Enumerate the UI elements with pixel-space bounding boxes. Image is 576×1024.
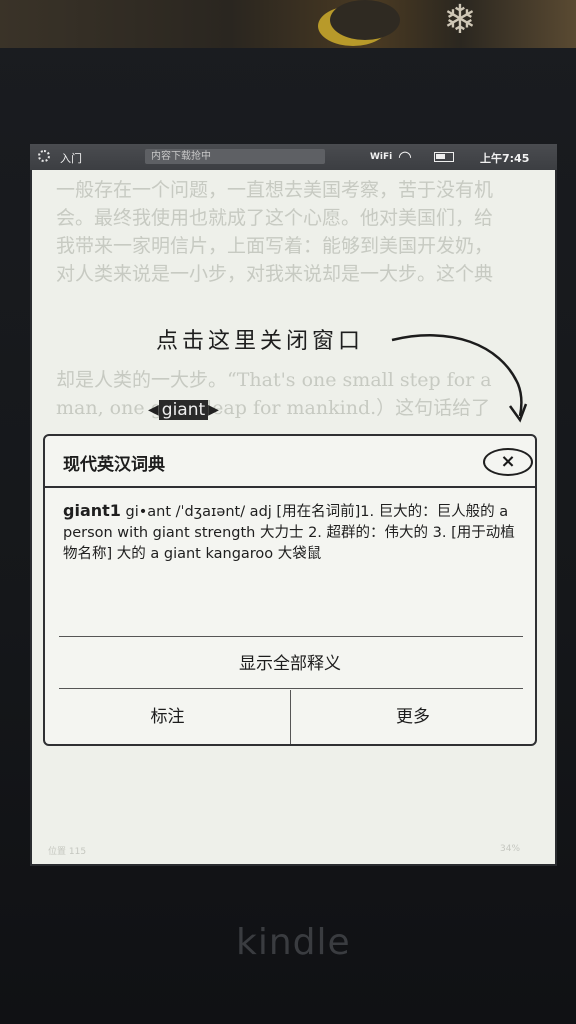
dictionary-popup: 现代英汉词典 × giant1 gi•ant /ˈdʒaɪənt/ adj [用…	[43, 434, 537, 746]
selection-handle-left-icon[interactable]: ◀	[148, 402, 159, 418]
annotation-arrow	[391, 334, 528, 423]
show-all-definitions-button[interactable]: 显示全部释义	[45, 644, 535, 684]
percent-indicator: 34%	[500, 844, 521, 854]
divider	[59, 636, 523, 637]
e-ink-screen: 入门 内容下载抢中 WiFi ◠ 上午7:45 一般存在一个问题，一直想去美国考…	[30, 144, 557, 866]
selected-word[interactable]: ◀ giant ▶	[148, 400, 219, 420]
kindle-logo: kindle	[236, 922, 351, 963]
kindle-device: ❄ 入门 内容下载抢中 WiFi ◠ 上午7:45 一般存在一个问题，一直想去美…	[0, 0, 576, 1024]
selected-word-text: giant	[158, 400, 209, 420]
snowflake-icon: ❄	[443, 0, 477, 43]
highlight-button[interactable]: 标注	[45, 690, 291, 744]
location-indicator: 位置 115	[48, 847, 87, 857]
headword: giant1	[63, 501, 121, 520]
more-button[interactable]: 更多	[291, 690, 535, 744]
dictionary-header: 现代英汉词典 ×	[45, 436, 535, 488]
moon-shadow	[330, 0, 400, 40]
background-decoration: ❄	[0, 0, 576, 48]
selection-handle-right-icon[interactable]: ▶	[208, 402, 219, 418]
dialog-button-row: 标注 更多	[45, 690, 535, 744]
divider	[59, 688, 523, 689]
dictionary-title: 现代英汉词典	[63, 455, 165, 475]
definition-text: giant1 gi•ant /ˈdʒaɪənt/ adj [用在名词前]1. 巨…	[63, 500, 523, 565]
definition-body: gi•ant /ˈdʒaɪənt/ adj [用在名词前]1. 巨大的：巨人般的…	[63, 504, 515, 562]
close-button[interactable]: ×	[483, 448, 533, 476]
